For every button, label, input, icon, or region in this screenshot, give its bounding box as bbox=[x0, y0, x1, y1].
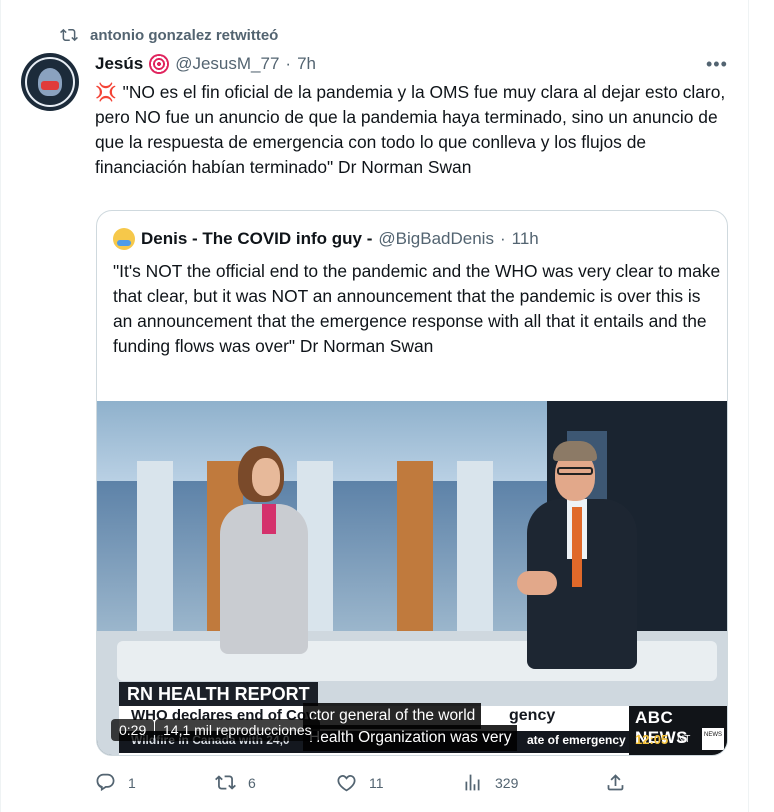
guest-glasses bbox=[557, 467, 593, 475]
quote-author-name[interactable]: Denis - The COVID info guy - bbox=[141, 229, 372, 249]
studio-column bbox=[137, 461, 173, 631]
presenter-face bbox=[252, 458, 280, 496]
quote-author-handle[interactable]: @BigBadDenis bbox=[378, 229, 494, 249]
quote-avatar[interactable] bbox=[113, 228, 135, 250]
caption-line-2: Health Organization was very bbox=[303, 725, 518, 751]
retweet-icon bbox=[215, 775, 236, 790]
share-button[interactable] bbox=[605, 772, 626, 793]
headline-sub: ate of emergency bbox=[527, 733, 626, 747]
studio-column bbox=[457, 461, 493, 631]
presenter-figure bbox=[212, 446, 312, 654]
avatar-mask bbox=[41, 81, 59, 90]
tweet-time[interactable]: 7h bbox=[297, 54, 316, 74]
retweet-icon bbox=[60, 28, 78, 42]
quote-separator: · bbox=[499, 229, 506, 248]
segment-label: RN HEALTH REPORT bbox=[119, 682, 318, 706]
timeline-right-border bbox=[748, 0, 749, 812]
video-timecode: 0:29 bbox=[111, 719, 155, 741]
separator: · bbox=[285, 54, 292, 73]
quote-header: Denis - The COVID info guy - @BigBadDeni… bbox=[113, 228, 539, 250]
quote-text: "It's NOT the official end to the pandem… bbox=[113, 261, 721, 356]
guest-hair bbox=[553, 441, 597, 461]
tweet-body: "NO es el fin oficial de la pandemia y l… bbox=[95, 82, 726, 177]
retweet-count: 6 bbox=[248, 774, 256, 791]
like-button[interactable]: 11 bbox=[336, 772, 384, 793]
news-channel-badge: NEWS bbox=[702, 728, 724, 750]
views-button[interactable]: 329 bbox=[462, 772, 518, 793]
studio-column bbox=[397, 461, 433, 631]
anger-icon: 💢 bbox=[95, 82, 117, 102]
news-clock: 12:05 bbox=[635, 732, 669, 747]
guest-figure bbox=[517, 441, 637, 669]
presenter-collar bbox=[262, 504, 276, 534]
guest-hands bbox=[517, 571, 557, 595]
retweet-label: antonio gonzalez retwitteó bbox=[90, 26, 279, 44]
guest-tie bbox=[572, 507, 582, 587]
tweet-actions: 1 6 11 329 bbox=[95, 772, 635, 796]
share-icon bbox=[607, 774, 624, 791]
analytics-icon bbox=[465, 774, 480, 791]
like-count: 11 bbox=[369, 774, 384, 791]
quote-time[interactable]: 11h bbox=[512, 229, 539, 249]
reply-count: 1 bbox=[128, 774, 136, 791]
video-views: 14,1 mil reproducciones bbox=[155, 719, 320, 741]
author-handle[interactable]: @JesusM_77 bbox=[175, 54, 279, 74]
reply-icon bbox=[96, 773, 115, 792]
more-options-button[interactable]: ••• bbox=[706, 54, 728, 75]
headline-topic: gency bbox=[509, 707, 556, 724]
heart-icon bbox=[337, 775, 356, 792]
views-count: 329 bbox=[495, 774, 519, 791]
video-player[interactable]: RN HEALTH REPORT WHO declares end of Cov… bbox=[97, 401, 727, 755]
news-timezone: NT bbox=[677, 734, 691, 745]
timeline-left-border bbox=[0, 0, 1, 812]
avatar[interactable] bbox=[21, 53, 79, 111]
tweet-text: 💢 "NO es el fin oficial de la pandemia y … bbox=[95, 80, 735, 180]
retweet-button[interactable]: 6 bbox=[215, 772, 256, 793]
retweet-context[interactable]: antonio gonzalez retwitteó bbox=[60, 26, 278, 44]
quoted-tweet[interactable]: Denis - The COVID info guy - @BigBadDeni… bbox=[96, 210, 728, 756]
tweet-header: Jesús @JesusM_77 · 7h bbox=[95, 54, 316, 74]
reply-button[interactable]: 1 bbox=[95, 772, 136, 793]
target-icon bbox=[149, 54, 170, 74]
author-name[interactable]: Jesús bbox=[95, 54, 143, 74]
